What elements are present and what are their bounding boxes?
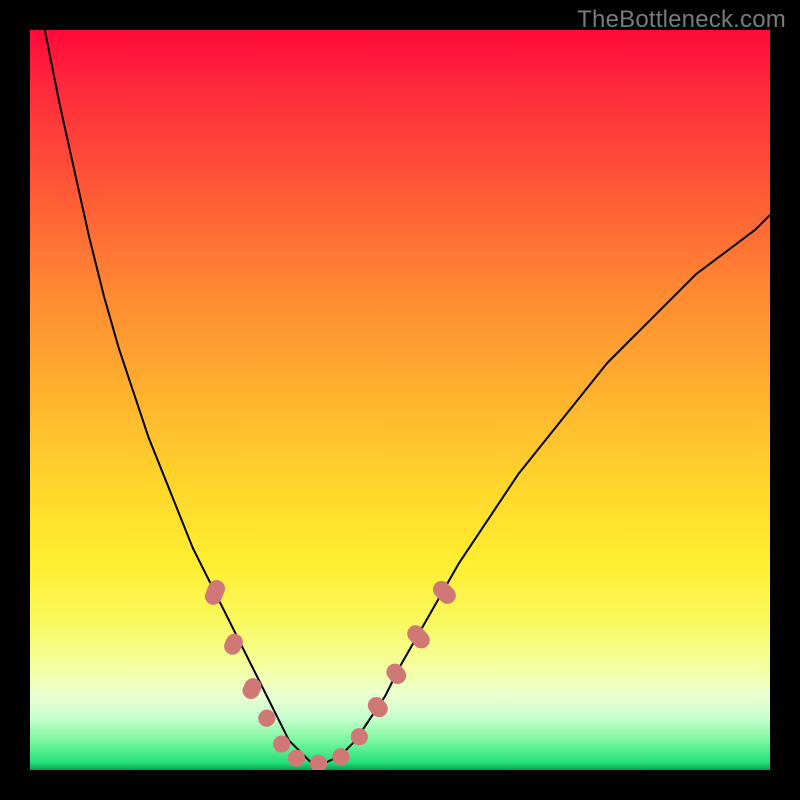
chart-figure: TheBottleneck.com [0,0,800,800]
data-marker [270,733,293,756]
data-marker [430,578,459,607]
data-marker [286,748,307,769]
data-marker [203,578,227,607]
data-marker [222,632,245,657]
data-marker [365,694,391,720]
data-marker [384,661,409,687]
data-marker [330,746,352,767]
curve-layer [30,30,770,770]
data-marker [311,755,327,770]
data-marker [240,676,264,701]
plot-area [30,30,770,770]
data-marker [404,622,432,651]
